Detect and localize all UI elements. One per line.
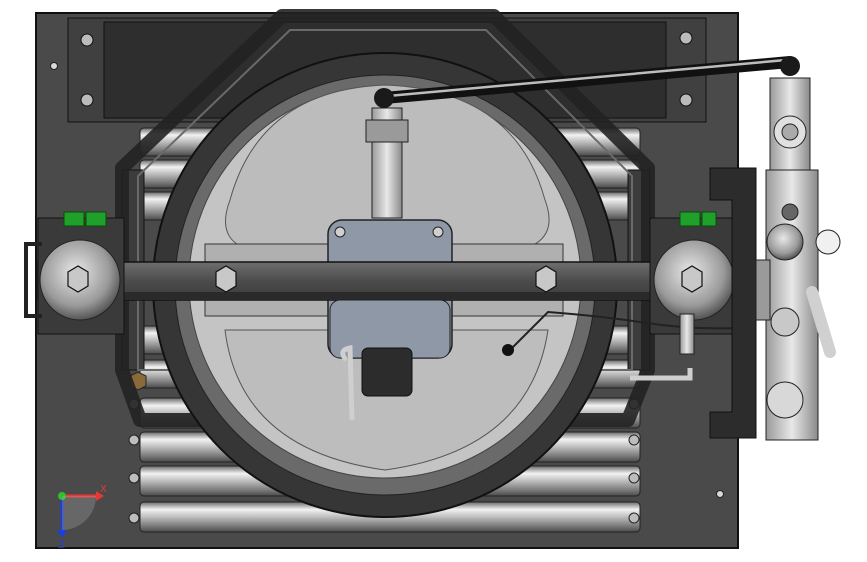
plate-hole: [716, 490, 724, 498]
assembly-drawing: X Z: [24, 9, 841, 551]
tube-elbow-left: [374, 88, 394, 108]
crossbar-underside: [40, 292, 726, 300]
tube-elbow-right: [780, 56, 800, 76]
plate-hole: [50, 62, 58, 70]
triad-x-label: X: [100, 484, 107, 495]
mount-screw: [80, 93, 94, 107]
mount-screw: [80, 33, 94, 47]
mount-screw: [679, 93, 693, 107]
cad-viewport[interactable]: X Z: [0, 0, 867, 562]
probe-collar: [365, 119, 409, 143]
right-sensor: [679, 313, 695, 355]
cable-grommet: [502, 344, 514, 356]
triad-z-label: Z: [58, 540, 65, 551]
lower-sensor-housing: [361, 347, 413, 397]
mount-screw: [679, 31, 693, 45]
